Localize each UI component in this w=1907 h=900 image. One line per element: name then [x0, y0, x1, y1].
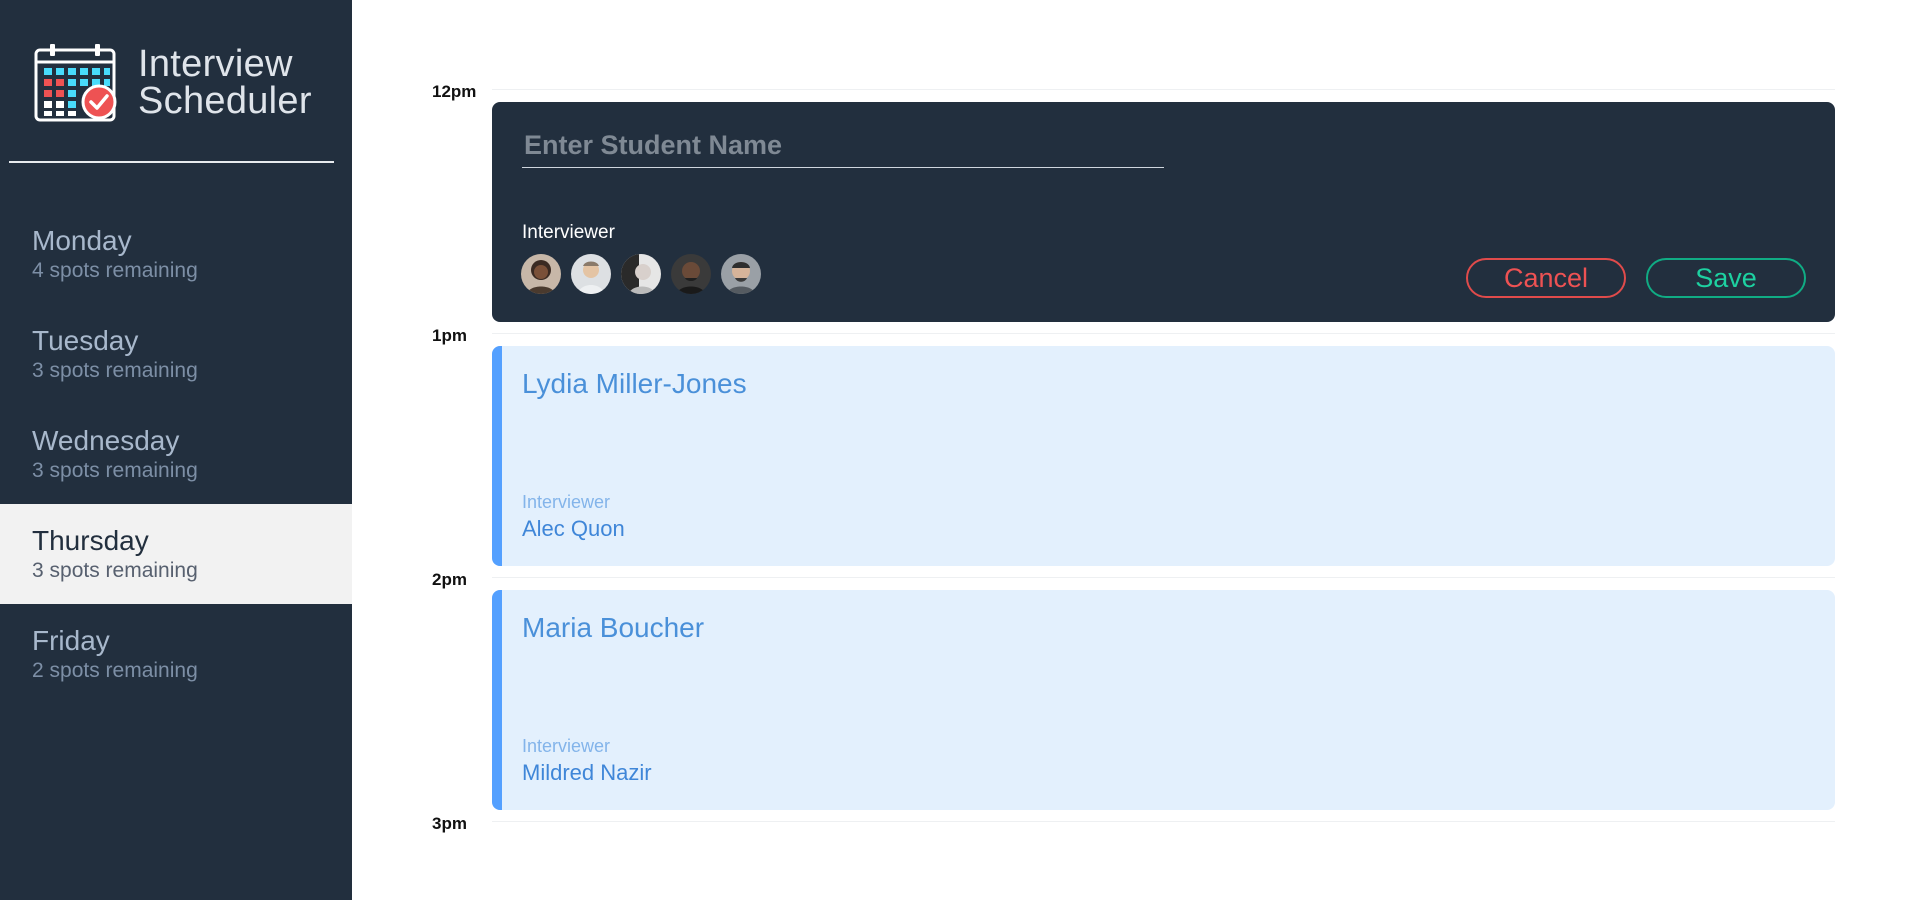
appointment-interviewer-label: Interviewer: [522, 492, 611, 512]
day-item-thursday[interactable]: Thursday 3 spots remaining: [0, 504, 352, 604]
time-slot-3pm: 3pm: [352, 814, 1907, 844]
time-label: 3pm: [432, 814, 467, 833]
time-label: 2pm: [432, 570, 467, 589]
app-title-line-1: Interview: [138, 43, 293, 85]
day-item-friday[interactable]: Friday 2 spots remaining: [0, 604, 352, 704]
brand: Interview Scheduler: [34, 44, 312, 122]
appointment-card[interactable]: Lydia Miller-Jones Interviewer Alec Quon: [492, 346, 1835, 566]
appointment-student-name: Maria Boucher: [522, 612, 705, 643]
avatar-photo-2: [571, 254, 611, 294]
day-item-tuesday[interactable]: Tuesday 3 spots remaining: [0, 304, 352, 404]
calendar-logo-icon: [34, 44, 117, 122]
sidebar: Interview Scheduler Monday 4 spots remai…: [0, 0, 352, 900]
interviewer-avatar-5[interactable]: [721, 254, 761, 294]
cancel-button[interactable]: Cancel: [1466, 258, 1626, 298]
day-name: Monday: [32, 225, 132, 256]
appointment-accent-bar: [492, 590, 502, 810]
day-list: Monday 4 spots remaining Tuesday 3 spots…: [0, 204, 352, 704]
day-spots: 4 spots remaining: [32, 259, 198, 282]
time-separator: [492, 333, 1835, 334]
appointment-card[interactable]: Maria Boucher Interviewer Mildred Nazir: [492, 590, 1835, 810]
time-separator: [492, 821, 1835, 822]
interviewer-avatar-4[interactable]: [671, 254, 711, 294]
avatar-photo-1: [521, 254, 561, 294]
interviewer-avatar-2[interactable]: [571, 254, 611, 294]
appointment-interviewer-label: Interviewer: [522, 736, 611, 756]
app-title: Interview Scheduler: [138, 43, 312, 122]
avatar-photo-5: [721, 254, 761, 294]
appointment-accent-bar: [492, 346, 502, 566]
avatar-photo-3: [621, 254, 661, 294]
interviewer-label: Interviewer: [522, 222, 615, 243]
time-label: 12pm: [432, 82, 477, 101]
appointment-student-name: Lydia Miller-Jones: [522, 368, 747, 399]
interviewer-list: [521, 254, 771, 294]
day-name: Wednesday: [32, 425, 180, 456]
appointment-form: Interviewer: [492, 102, 1835, 322]
day-spots: 2 spots remaining: [32, 659, 198, 682]
time-separator: [492, 577, 1835, 578]
interviewer-avatar-1[interactable]: [521, 254, 561, 294]
time-separator: [492, 89, 1835, 90]
interviewer-avatar-3[interactable]: [621, 254, 661, 294]
day-item-monday[interactable]: Monday 4 spots remaining: [0, 204, 352, 304]
appointment-interviewer-name: Alec Quon: [522, 516, 625, 541]
day-name: Friday: [32, 625, 110, 656]
sidebar-divider: [9, 161, 334, 163]
avatar-photo-4: [671, 254, 711, 294]
day-name: Tuesday: [32, 325, 139, 356]
day-spots: 3 spots remaining: [32, 459, 198, 482]
day-spots: 3 spots remaining: [32, 359, 198, 382]
app-title-line-2: Scheduler: [138, 80, 312, 122]
appointment-interviewer-name: Mildred Nazir: [522, 760, 652, 785]
day-spots: 3 spots remaining: [32, 559, 198, 582]
day-item-wednesday[interactable]: Wednesday 3 spots remaining: [0, 404, 352, 504]
save-button[interactable]: Save: [1646, 258, 1806, 298]
schedule: 12pm 1pm 2pm 3pm Interviewer: [352, 0, 1907, 900]
time-label: 1pm: [432, 326, 467, 345]
day-name: Thursday: [32, 525, 149, 556]
student-name-input[interactable]: [522, 128, 1164, 168]
